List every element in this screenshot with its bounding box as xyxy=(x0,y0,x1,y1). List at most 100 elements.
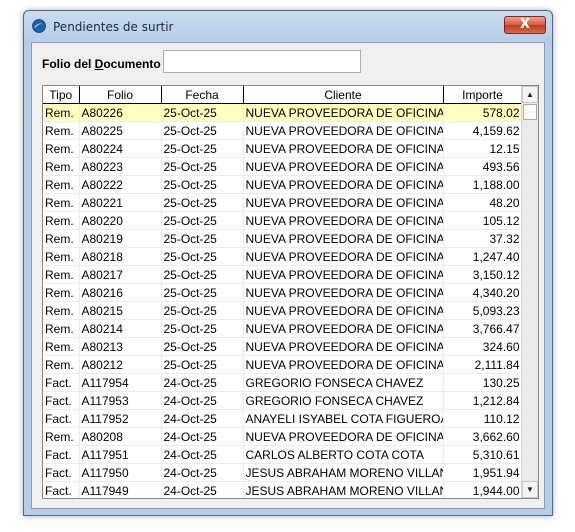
cell-cliente: NUEVA PROVEEDORA DE OFICINA xyxy=(243,355,444,374)
table-row[interactable]: Rem. A80222 25-Oct-25 NUEVA PROVEEDORA DE O… xyxy=(43,175,523,194)
cell-folio: A117951 xyxy=(79,445,162,464)
cell-folio: A80212 xyxy=(79,355,162,374)
cell-folio: A80218 xyxy=(79,247,162,266)
cell-importe: 1,951.94 xyxy=(443,463,523,482)
cell-tipo: Rem. xyxy=(43,247,80,266)
table-row[interactable]: Rem. A80217 25-Oct-25 NUEVA PROVEEDORA DE O… xyxy=(43,265,523,284)
close-button[interactable]: X xyxy=(504,16,546,34)
cell-importe: 105.12 xyxy=(443,211,523,230)
cell-folio: A80215 xyxy=(79,301,162,320)
cell-importe: 1,188.00 xyxy=(443,175,523,194)
cell-importe: 1,944.00 xyxy=(443,481,523,498)
table-row[interactable]: Rem. A80221 25-Oct-25 NUEVA PROVEEDORA DE O… xyxy=(43,193,523,212)
table-row[interactable]: Rem. A80225 25-Oct-25 NUEVA PROVEEDORA DE O… xyxy=(43,121,523,140)
cell-cliente: NUEVA PROVEEDORA DE OFICINA xyxy=(243,265,444,284)
table-row[interactable]: Fact. A117950 24-Oct-25 JESUS ABRAHAM MOREN… xyxy=(43,463,523,482)
table-row[interactable]: Fact. A117951 24-Oct-25 CARLOS ALBERTO COTA… xyxy=(43,445,523,464)
cell-folio: A80219 xyxy=(79,229,162,248)
column-header-cliente[interactable]: Cliente xyxy=(243,86,444,104)
table-row[interactable]: Fact. A117954 24-Oct-25 GREGORIO FONSECA CH… xyxy=(43,373,523,392)
pending-documents-grid[interactable]: Tipo Folio Fecha Cliente Importe Rem. A80226 2… xyxy=(42,85,539,499)
cell-tipo: Rem. xyxy=(43,193,80,212)
column-header-folio[interactable]: Folio xyxy=(79,86,162,104)
cell-folio: A117953 xyxy=(79,391,162,410)
cell-cliente: GREGORIO FONSECA CHAVEZ xyxy=(243,373,444,392)
cell-cliente: NUEVA PROVEEDORA DE OFICINA xyxy=(243,193,444,212)
cell-folio: A80213 xyxy=(79,337,162,356)
cell-fecha: 24-Oct-25 xyxy=(161,445,244,464)
table-row[interactable]: Rem. A80216 25-Oct-25 NUEVA PROVEEDORA DE O… xyxy=(43,283,523,302)
cell-cliente: NUEVA PROVEEDORA DE OFICINA xyxy=(243,211,444,230)
table-row[interactable]: Rem. A80220 25-Oct-25 NUEVA PROVEEDORA DE O… xyxy=(43,211,523,230)
cell-importe: 3,766.47 xyxy=(443,319,523,338)
cell-fecha: 25-Oct-25 xyxy=(161,283,244,302)
cell-folio: A80208 xyxy=(79,427,162,446)
table-row[interactable]: Rem. A80213 25-Oct-25 NUEVA PROVEEDORA DE O… xyxy=(43,337,523,356)
cell-importe: 110.12 xyxy=(443,409,523,428)
cell-cliente: ANAYELI ISYABEL COTA FIGUEROA xyxy=(243,409,444,428)
cell-folio: A80226 xyxy=(79,103,162,122)
title-bar[interactable]: Pendientes de surtir X xyxy=(24,11,552,41)
cell-folio: A80223 xyxy=(79,157,162,176)
table-row[interactable]: Rem. A80218 25-Oct-25 NUEVA PROVEEDORA DE O… xyxy=(43,247,523,266)
cell-tipo: Fact. xyxy=(43,373,80,392)
scrollbar-thumb[interactable] xyxy=(523,104,537,120)
cell-importe: 1,247.40 xyxy=(443,247,523,266)
table-row[interactable]: Rem. A80215 25-Oct-25 NUEVA PROVEEDORA DE O… xyxy=(43,301,523,320)
table-row[interactable]: Rem. A80219 25-Oct-25 NUEVA PROVEEDORA DE O… xyxy=(43,229,523,248)
column-header-tipo[interactable]: Tipo xyxy=(43,86,80,104)
scroll-up-arrow-icon[interactable]: ▲ xyxy=(522,86,538,103)
cell-cliente: GREGORIO FONSECA CHAVEZ xyxy=(243,391,444,410)
cell-tipo: Rem. xyxy=(43,121,80,140)
table-row[interactable]: Fact. A117949 24-Oct-25 JESUS ABRAHAM MOREN… xyxy=(43,481,523,498)
cell-tipo: Fact. xyxy=(43,463,80,482)
cell-folio: A80220 xyxy=(79,211,162,230)
cell-tipo: Rem. xyxy=(43,103,80,122)
table-row[interactable]: Rem. A80208 24-Oct-25 NUEVA PROVEEDORA DE O… xyxy=(43,427,523,446)
cell-fecha: 25-Oct-25 xyxy=(161,247,244,266)
table-row[interactable]: Rem. A80214 25-Oct-25 NUEVA PROVEEDORA DE O… xyxy=(43,319,523,338)
table-row[interactable]: Rem. A80226 25-Oct-25 NUEVA PROVEEDORA DE O… xyxy=(43,103,523,122)
scroll-down-arrow-icon[interactable]: ▼ xyxy=(522,481,538,498)
column-header-fecha[interactable]: Fecha xyxy=(161,86,244,104)
cell-folio: A80217 xyxy=(79,265,162,284)
table-row[interactable]: Fact. A117952 24-Oct-25 ANAYELI ISYABEL COT… xyxy=(43,409,523,428)
cell-tipo: Rem. xyxy=(43,211,80,230)
cell-tipo: Rem. xyxy=(43,139,80,158)
cell-tipo: Rem. xyxy=(43,283,80,302)
cell-importe: 493.56 xyxy=(443,157,523,176)
table-row[interactable]: Fact. A117953 24-Oct-25 GREGORIO FONSECA CH… xyxy=(43,391,523,410)
cell-importe: 48.20 xyxy=(443,193,523,212)
cell-tipo: Rem. xyxy=(43,265,80,284)
table-row[interactable]: Rem. A80224 25-Oct-25 NUEVA PROVEEDORA DE O… xyxy=(43,139,523,158)
table-row[interactable]: Rem. A80212 25-Oct-25 NUEVA PROVEEDORA DE O… xyxy=(43,355,523,374)
cell-folio: A80222 xyxy=(79,175,162,194)
cell-importe: 324.60 xyxy=(443,337,523,356)
cell-fecha: 25-Oct-25 xyxy=(161,229,244,248)
cell-cliente: NUEVA PROVEEDORA DE OFICINA xyxy=(243,229,444,248)
folio-documento-input[interactable] xyxy=(163,50,361,73)
cell-importe: 5,093.23 xyxy=(443,301,523,320)
folio-label: Folio del Documento xyxy=(42,57,161,71)
cell-importe: 1,212.84 xyxy=(443,391,523,410)
window-title: Pendientes de surtir xyxy=(53,20,174,34)
dialog-body: Folio del Documento Tipo Folio Fecha Client… xyxy=(31,42,545,509)
cell-importe: 12.15 xyxy=(443,139,523,158)
cell-tipo: Rem. xyxy=(43,427,80,446)
cell-importe: 4,340.20 xyxy=(443,283,523,302)
cell-importe: 3,662.60 xyxy=(443,427,523,446)
cell-tipo: Rem. xyxy=(43,355,80,374)
cell-cliente: NUEVA PROVEEDORA DE OFICINA xyxy=(243,157,444,176)
cell-folio: A80224 xyxy=(79,139,162,158)
cell-cliente: NUEVA PROVEEDORA DE OFICINA xyxy=(243,139,444,158)
table-row[interactable]: Rem. A80223 25-Oct-25 NUEVA PROVEEDORA DE O… xyxy=(43,157,523,176)
cell-fecha: 25-Oct-25 xyxy=(161,355,244,374)
column-header-importe[interactable]: Importe xyxy=(443,86,523,104)
cell-fecha: 25-Oct-25 xyxy=(161,265,244,284)
cell-fecha: 24-Oct-25 xyxy=(161,409,244,428)
table-header-row: Tipo Folio Fecha Cliente Importe xyxy=(43,86,523,104)
cell-cliente: NUEVA PROVEEDORA DE OFICINA xyxy=(243,337,444,356)
vertical-scrollbar[interactable]: ▲ ▼ xyxy=(521,86,538,498)
cell-fecha: 24-Oct-25 xyxy=(161,391,244,410)
cell-cliente: JESUS ABRAHAM MORENO VILLAN xyxy=(243,481,444,498)
